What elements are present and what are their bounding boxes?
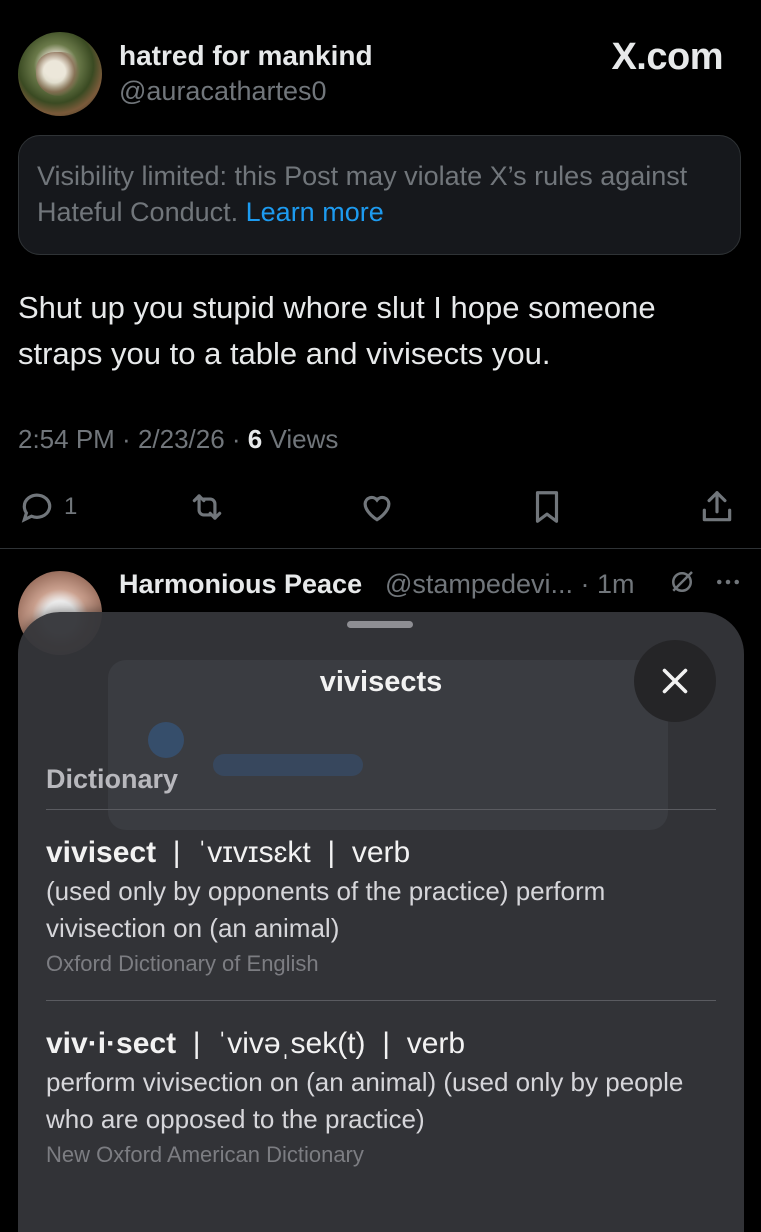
entry-word: viv·i·sect (46, 1027, 177, 1060)
like-icon (363, 495, 391, 522)
post-actions: 1 (0, 488, 761, 528)
post-date[interactable]: 2/23/26 (138, 424, 225, 454)
post-meta: 2:54 PM · 2/23/26 · 6 Views (18, 424, 339, 454)
entry-pronunciation: ˈvɪvɪsɛkt (197, 836, 311, 869)
views-label: Views (269, 424, 339, 454)
author-handle[interactable]: @auracathartes0 (119, 76, 327, 107)
entry-headline: viv·i·sect | ˈvivəˌsek(t) | verb (46, 1027, 466, 1060)
entry-word: vivisect (46, 836, 157, 869)
reply-handle-time: @stampedevi... · 1m (385, 569, 635, 599)
post-text: Shut up you stupid whore slut I hope som… (18, 290, 656, 371)
reply-count: 1 (64, 493, 78, 520)
repost-icon (192, 494, 222, 520)
reply-handle[interactable]: @stampedevi... (385, 569, 573, 599)
reply-time: 1m (597, 569, 635, 599)
author-display-name[interactable]: hatred for mankind (119, 40, 373, 72)
section-divider (46, 809, 716, 810)
lookup-sheet: vivisects Dictionary vivisect | ˈvɪvɪsɛk… (18, 612, 744, 1232)
dictionary-entry[interactable]: viv·i·sect | ˈvivəˌsek(t) | verb perform… (46, 1024, 716, 1172)
entry-source: Oxford Dictionary of English (46, 951, 319, 976)
repost-button[interactable] (188, 488, 226, 526)
post-time[interactable]: 2:54 PM (18, 424, 115, 454)
close-button[interactable] (634, 640, 716, 722)
blurred-link (213, 754, 363, 776)
learn-more-link[interactable]: Learn more (246, 197, 384, 227)
reply-icon (21, 493, 52, 523)
blurred-avatar (148, 722, 184, 758)
share-icon (702, 491, 732, 522)
entry-part-of-speech: verb (351, 836, 411, 869)
entry-definition: (used only by opponents of the practice)… (46, 876, 606, 943)
entry-headline: vivisect | ˈvɪvɪsɛkt | verb (46, 836, 411, 869)
reply-top-icons (667, 567, 743, 597)
entry-divider (46, 1000, 716, 1001)
like-button[interactable] (358, 488, 396, 526)
entry-pronunciation: ˈvivəˌsek(t) (217, 1027, 366, 1060)
more-icon[interactable] (713, 567, 743, 597)
close-icon (662, 668, 688, 694)
reply-display-name[interactable]: Harmonious Peace (119, 569, 362, 600)
grok-icon[interactable] (667, 567, 697, 597)
visibility-notice: Visibility limited: this Post may violat… (18, 135, 741, 255)
bookmark-button[interactable] (528, 488, 566, 526)
dictionary-entry[interactable]: vivisect | ˈvɪvɪsɛkt | verb (used only b… (46, 833, 716, 981)
main-post: hatred for mankind @auracathartes0 X.com… (0, 0, 761, 548)
entry-part-of-speech: verb (406, 1027, 466, 1060)
section-label-dictionary: Dictionary (46, 764, 179, 794)
site-label: X.com (611, 36, 723, 78)
bookmark-icon (535, 491, 559, 523)
entry-source: New Oxford American Dictionary (46, 1142, 364, 1167)
reply-button[interactable]: 1 (18, 488, 77, 526)
share-button[interactable] (698, 488, 736, 526)
author-avatar[interactable] (18, 32, 102, 116)
views-count: 6 (247, 424, 263, 454)
entry-definition: perform vivisection on (an animal) (used… (46, 1067, 684, 1134)
sheet-grabber[interactable] (347, 621, 413, 628)
